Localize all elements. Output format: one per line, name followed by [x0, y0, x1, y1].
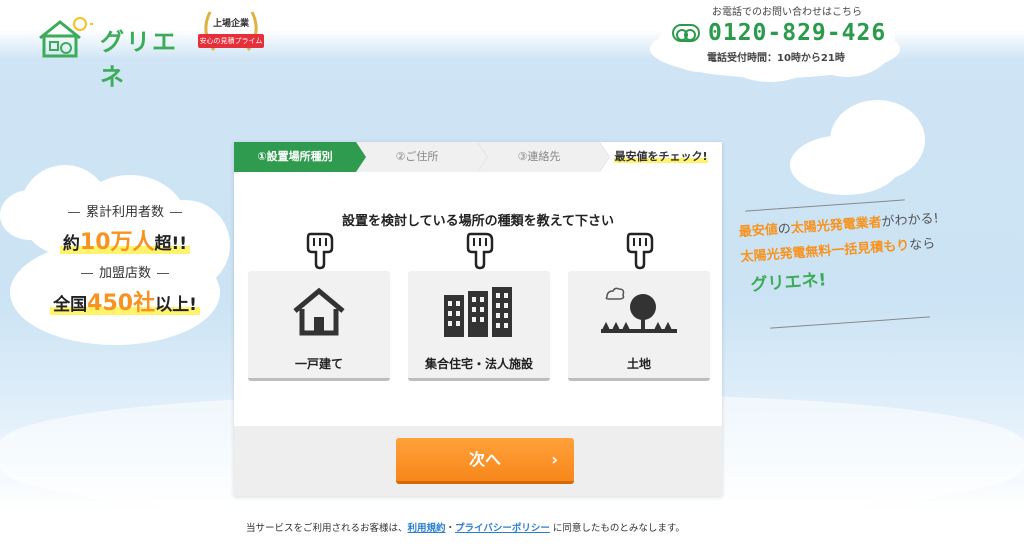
step-location-type: ①設置場所種別: [234, 142, 366, 172]
house-icon: [293, 287, 345, 336]
listed-company-badge: 上場企業 安心の見積プライム: [196, 2, 266, 62]
land-icon: [601, 287, 677, 333]
form-footer: 次へ ›: [234, 426, 722, 496]
logo-text: グリエネ: [100, 28, 178, 91]
stores-value: 全国450社以上!: [40, 285, 210, 317]
next-button-label: 次へ: [468, 450, 501, 469]
users-label: 累計利用者数: [40, 201, 210, 220]
badge-title: 上場企業: [212, 19, 249, 29]
choice-label: 一戸建て: [294, 357, 343, 371]
phone-hours: 電話受付時間：10時から21時: [707, 53, 845, 64]
next-button[interactable]: 次へ ›: [396, 438, 574, 484]
pointing-hand-icon: [626, 232, 654, 270]
building-icon: [444, 287, 512, 337]
chevron-right-icon: ›: [551, 450, 558, 469]
choice-land[interactable]: 土地: [568, 230, 710, 382]
choice-tile[interactable]: 集合住宅・法人施設: [408, 271, 550, 381]
location-type-choices: 一戸建て 集合住宅・法人施設 土地: [248, 230, 710, 382]
step-check-price: 最安値をチェック!: [600, 142, 722, 172]
stores-label: 加盟店数: [40, 262, 210, 281]
freedial-icon: [672, 24, 700, 42]
choice-tile[interactable]: 一戸建て: [248, 271, 390, 381]
choice-apartment-commercial[interactable]: 集合住宅・法人施設: [408, 230, 550, 382]
site-header: グリエネ 上場企業 安心の見積プライム お電話でのお問い合わせはこちら 0120…: [0, 0, 1024, 91]
estimate-form-card: ①設置場所種別 ②ご住所 ③連絡先 最安値をチェック! 設置を検討している場所の…: [234, 142, 722, 496]
step-address: ②ご住所: [356, 142, 488, 172]
privacy-policy-link[interactable]: プライバシーポリシー: [455, 523, 550, 534]
site-logo[interactable]: グリエネ: [36, 6, 196, 91]
choice-tile[interactable]: 土地: [568, 271, 710, 381]
phone-number[interactable]: 0120-829-426: [708, 20, 886, 46]
choice-label: 集合住宅・法人施設: [424, 357, 533, 371]
cloud-decoration: [790, 135, 900, 195]
stats-panel: 累計利用者数 約10万人超!! 加盟店数 全国450社以上!: [40, 195, 210, 335]
question-text: 設置を検討している場所の種類を教えて下さい: [342, 214, 614, 229]
laurel-icon: [204, 11, 258, 51]
terms-link[interactable]: 利用規約: [408, 523, 446, 534]
step-indicator: ①設置場所種別 ②ご住所 ③連絡先 最安値をチェック!: [234, 142, 722, 172]
phone-caption: お電話でのお問い合わせはこちら: [712, 7, 862, 18]
phone-link[interactable]: 0120-829-426: [672, 20, 886, 46]
divider: [745, 199, 905, 212]
badge-ribbon: 安心の見積プライム: [198, 34, 264, 48]
step-contact: ③連絡先: [478, 142, 610, 172]
pointing-hand-icon: [306, 232, 334, 270]
house-sun-icon: [39, 17, 93, 58]
users-value: 約10万人超!!: [40, 224, 210, 256]
choice-detached-house[interactable]: 一戸建て: [248, 230, 390, 382]
pointing-hand-icon: [466, 232, 494, 270]
choice-label: 土地: [626, 357, 651, 371]
consent-text: 当サービスをご利用されるお客様は、利用規約・プライバシーポリシー に同意したもの…: [246, 523, 685, 534]
